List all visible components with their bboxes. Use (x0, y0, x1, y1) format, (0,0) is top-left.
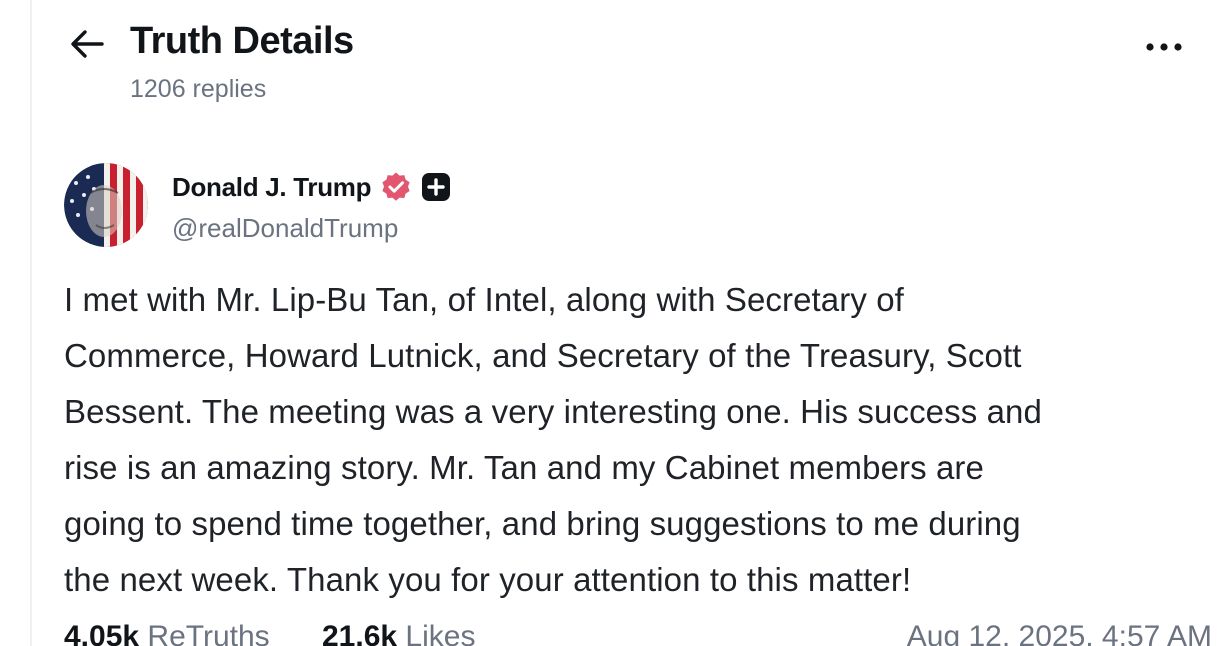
likes-label: Likes (405, 620, 476, 646)
back-button[interactable] (64, 22, 110, 66)
likes-count: 21.6k (322, 620, 398, 646)
post-text-line: rise is an amazing story. Mr. Tan and my… (64, 449, 984, 486)
retruths-count: 4.05k (64, 620, 140, 646)
post-text-line: Bessent. The meeting was a very interest… (64, 393, 1042, 430)
ellipsis-icon (1146, 43, 1182, 51)
more-options-button[interactable] (1142, 32, 1186, 62)
reply-count: 1206 replies (130, 75, 267, 103)
post-text-line: the next week. Thank you for your attent… (64, 561, 912, 598)
post-author[interactable]: Donald J. Trump (172, 170, 451, 204)
column-divider (30, 0, 32, 646)
display-name[interactable]: Donald J. Trump (172, 172, 371, 203)
verified-badge-icon (380, 171, 412, 203)
avatar[interactable] (64, 163, 148, 247)
post-text-line: Commerce, Howard Lutnick, and Secretary … (64, 337, 1022, 374)
post-timestamp[interactable]: Aug 12, 2025, 4:57 AM (907, 620, 1212, 646)
post-stats: 4.05k ReTruths 21.6k Likes Aug 12, 2025,… (64, 620, 1224, 646)
arrow-left-icon (71, 30, 104, 58)
post-text: I met with Mr. Lip-Bu Tan, of Intel, alo… (64, 272, 1214, 608)
page-title: Truth Details (130, 20, 354, 62)
page-header: Truth Details 1206 replies (64, 18, 1194, 113)
post-text-line: I met with Mr. Lip-Bu Tan, of Intel, alo… (64, 281, 904, 318)
avatar-image (64, 163, 148, 247)
user-handle[interactable]: @realDonaldTrump (172, 213, 398, 244)
post-text-line: going to spend time together, and bring … (64, 505, 1021, 542)
retruths-stat[interactable]: 4.05k ReTruths (64, 620, 270, 646)
truth-details-page: Truth Details 1206 replies Donald J. Tru… (0, 0, 1232, 646)
likes-stat[interactable]: 21.6k Likes (322, 620, 475, 646)
plus-badge-icon (421, 172, 451, 202)
retruths-label: ReTruths (147, 620, 270, 646)
